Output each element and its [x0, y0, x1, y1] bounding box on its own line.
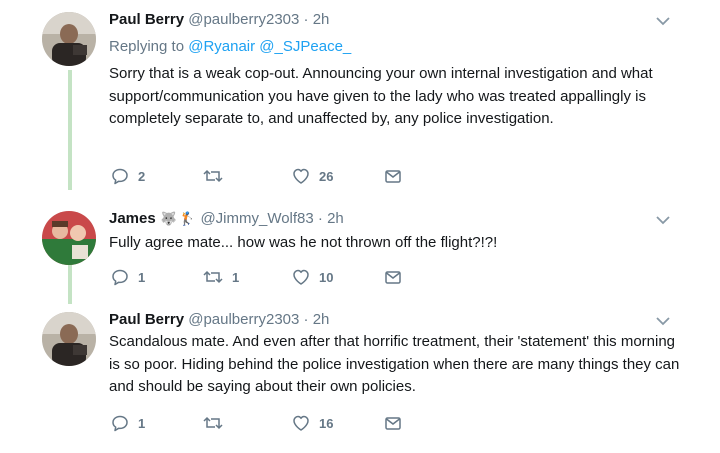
reply-count: 1 [138, 415, 146, 431]
tweet-text: Sorry that is a weak cop-out. Announcing… [109, 65, 653, 127]
envelope-icon [385, 271, 401, 284]
reply-icon [112, 415, 128, 432]
author-name[interactable]: Paul Berry [109, 311, 184, 328]
wolf-face-emoji: 🐺 [160, 211, 178, 226]
replying-prefix: Replying to [109, 38, 185, 55]
direct-message-button[interactable] [383, 266, 403, 288]
reply-button[interactable]: 1 [110, 266, 145, 288]
like-count: 10 [319, 269, 334, 285]
timestamp[interactable]: 2h [313, 11, 330, 28]
like-count: 26 [319, 168, 334, 184]
timestamp[interactable]: 2h [327, 210, 344, 227]
like-count: 16 [319, 415, 334, 431]
separator-dot: · [303, 311, 309, 328]
reply-button[interactable]: 2 [110, 165, 145, 187]
author-handle[interactable]: @paulberry2303 [188, 311, 299, 328]
retweet-icon [203, 416, 223, 430]
retweet-count: 1 [232, 269, 240, 285]
retweet-button[interactable]: 1 [202, 266, 239, 288]
tweet-1[interactable]: Paul Berry @paulberry2303 · 2h Replying … [0, 0, 720, 200]
tweet-header: James 🐺 🏌 @Jimmy_Wolf83 · 2h [109, 210, 344, 227]
replying-to: Replying to @Ryanair @_SJPeace_ [109, 38, 351, 55]
reply-icon [112, 168, 128, 185]
envelope-icon [385, 170, 401, 183]
like-button[interactable]: 16 [291, 412, 333, 434]
timestamp[interactable]: 2h [313, 311, 330, 328]
tweet-text: Scandalous mate. And even after that hor… [109, 333, 680, 395]
heart-icon [293, 415, 309, 431]
separator-dot: · [317, 210, 323, 227]
envelope-icon [385, 417, 401, 430]
chevron-down-icon[interactable] [656, 316, 670, 326]
avatar[interactable] [42, 12, 96, 66]
replying-to-link[interactable]: @Ryanair @_SJPeace_ [188, 38, 351, 55]
author-name[interactable]: Paul Berry [109, 11, 184, 28]
chevron-down-icon[interactable] [656, 16, 670, 26]
author-name[interactable]: James [109, 210, 156, 227]
chevron-down-icon[interactable] [656, 215, 670, 225]
tweet-3[interactable]: Paul Berry @paulberry2303 · 2h Scandalou… [0, 302, 720, 453]
tweet-text: Fully agree mate... how was he not throw… [109, 234, 498, 251]
retweet-icon [203, 270, 223, 284]
like-button[interactable]: 10 [291, 266, 333, 288]
reply-count: 1 [138, 269, 146, 285]
direct-message-button[interactable] [383, 412, 403, 434]
tweet-2[interactable]: James 🐺 🏌 @Jimmy_Wolf83 · 2h Fully agree … [0, 200, 720, 302]
retweet-button[interactable] [202, 165, 232, 187]
retweet-button[interactable] [202, 412, 232, 434]
like-button[interactable]: 26 [291, 165, 333, 187]
golfer-emoji: 🏌 [179, 211, 196, 226]
separator-dot: · [303, 11, 309, 28]
reply-button[interactable]: 1 [110, 412, 145, 434]
heart-icon [293, 269, 309, 285]
author-handle[interactable]: @Jimmy_Wolf83 [200, 210, 313, 227]
avatar[interactable] [42, 312, 96, 366]
direct-message-button[interactable] [383, 165, 403, 187]
heart-icon [293, 168, 309, 184]
author-handle[interactable]: @paulberry2303 [188, 11, 299, 28]
retweet-icon [203, 169, 223, 183]
tweet-header: Paul Berry @paulberry2303 · 2h [109, 311, 329, 328]
tweet-header: Paul Berry @paulberry2303 · 2h [109, 11, 329, 28]
reply-count: 2 [138, 168, 146, 184]
reply-icon [112, 269, 128, 286]
avatar[interactable] [42, 211, 96, 265]
